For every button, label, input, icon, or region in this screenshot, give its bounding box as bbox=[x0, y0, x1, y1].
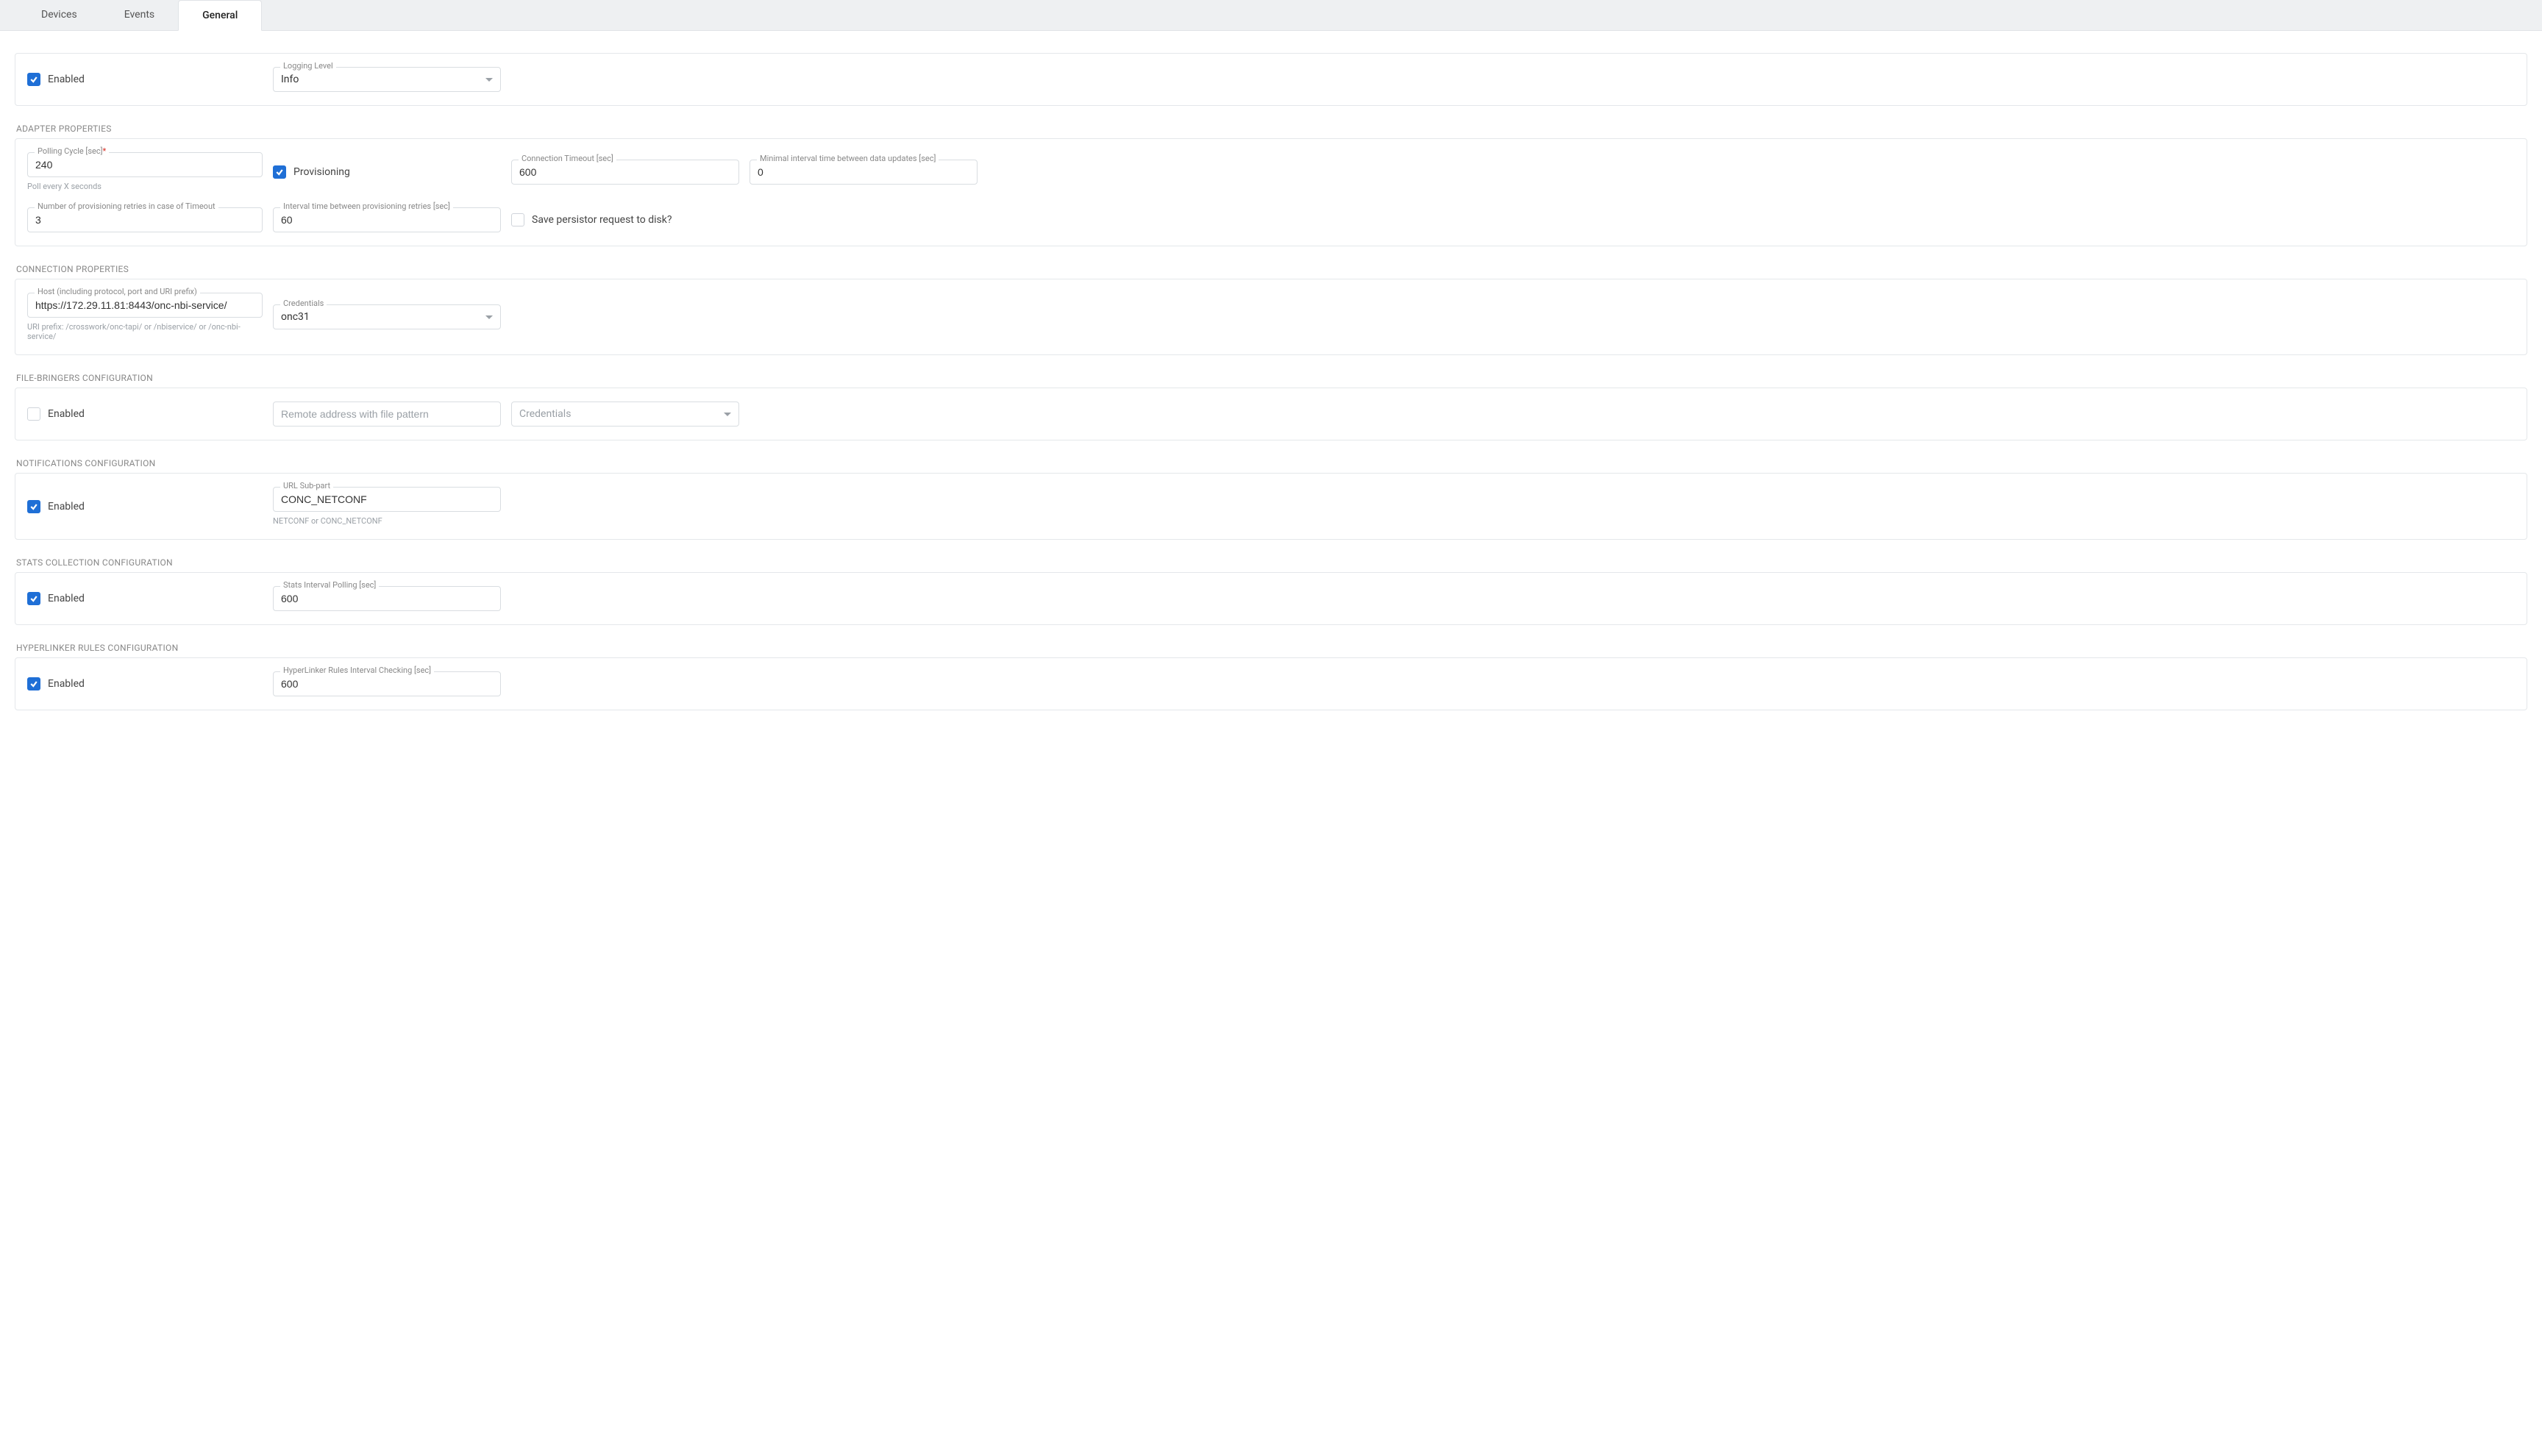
hyperlinker-enabled-checkbox[interactable] bbox=[27, 677, 40, 690]
filebringers-credentials-select[interactable]: Credentials bbox=[511, 402, 739, 427]
connection-timeout-input[interactable] bbox=[511, 160, 739, 185]
host-label: Host (including protocol, port and URI p… bbox=[35, 288, 200, 296]
section-connection-title: CONNECTION PROPERTIES bbox=[16, 264, 2527, 274]
check-icon bbox=[29, 594, 38, 603]
check-icon bbox=[29, 502, 38, 511]
interval-retries-label: Interval time between provisioning retri… bbox=[280, 202, 453, 210]
section-adapter-title: ADAPTER PROPERTIES bbox=[16, 124, 2527, 134]
section-hyperlinker-title: HYPERLINKER RULES CONFIGURATION bbox=[16, 643, 2527, 653]
filebringers-credentials-placeholder: Credentials bbox=[519, 408, 571, 420]
polling-cycle-helper: Poll every X seconds bbox=[27, 182, 263, 191]
chevron-down-icon bbox=[485, 78, 493, 82]
tab-devices[interactable]: Devices bbox=[18, 0, 101, 30]
connection-card: Host (including protocol, port and URI p… bbox=[15, 279, 2527, 355]
filebringers-card: Enabled Credentials bbox=[15, 388, 2527, 440]
notifications-card: Enabled URL Sub-part NETCONF or CONC_NET… bbox=[15, 473, 2527, 540]
retries-input[interactable] bbox=[27, 207, 263, 232]
save-persistor-checkbox[interactable] bbox=[511, 213, 524, 226]
stats-interval-label: Stats Interval Polling [sec] bbox=[280, 581, 379, 589]
url-subpart-helper: NETCONF or CONC_NETCONF bbox=[273, 516, 501, 526]
stats-interval-input[interactable] bbox=[273, 586, 501, 611]
polling-cycle-input[interactable] bbox=[27, 152, 263, 177]
min-interval-input[interactable] bbox=[750, 160, 978, 185]
tab-events[interactable]: Events bbox=[101, 0, 178, 30]
logging-level-select[interactable]: Info bbox=[273, 67, 501, 92]
hyperlinker-interval-label: HyperLinker Rules Interval Checking [sec… bbox=[280, 666, 434, 674]
provisioning-checkbox[interactable] bbox=[273, 165, 286, 179]
connection-timeout-label: Connection Timeout [sec] bbox=[519, 154, 616, 163]
provisioning-label: Provisioning bbox=[293, 166, 350, 178]
hyperlinker-enabled-label: Enabled bbox=[48, 678, 85, 690]
save-persistor-label: Save persistor request to disk? bbox=[532, 214, 672, 226]
logging-level-value: Info bbox=[281, 74, 299, 85]
notifications-enabled-label: Enabled bbox=[48, 501, 85, 513]
filebringers-enabled-checkbox[interactable] bbox=[27, 407, 40, 421]
polling-cycle-label: Polling Cycle [sec]* bbox=[35, 147, 109, 155]
adapter-card: Polling Cycle [sec]* Poll every X second… bbox=[15, 138, 2527, 246]
url-subpart-input[interactable] bbox=[273, 487, 501, 512]
retries-label: Number of provisioning retries in case o… bbox=[35, 202, 218, 210]
tab-bar: Devices Events General bbox=[0, 0, 2542, 31]
hyperlinker-card: Enabled HyperLinker Rules Interval Check… bbox=[15, 657, 2527, 710]
interval-retries-input[interactable] bbox=[273, 207, 501, 232]
chevron-down-icon bbox=[724, 413, 731, 416]
filebringers-enabled-label: Enabled bbox=[48, 408, 85, 420]
enabled-label: Enabled bbox=[48, 74, 85, 85]
url-subpart-label: URL Sub-part bbox=[280, 482, 333, 490]
chevron-down-icon bbox=[485, 315, 493, 319]
credentials-label: Credentials bbox=[280, 299, 327, 307]
stats-card: Enabled Stats Interval Polling [sec] bbox=[15, 572, 2527, 625]
section-notifications-title: NOTIFICATIONS CONFIGURATION bbox=[16, 458, 2527, 468]
credentials-value: onc31 bbox=[281, 311, 310, 323]
general-top-card: Enabled Logging Level Info bbox=[15, 53, 2527, 106]
stats-enabled-checkbox[interactable] bbox=[27, 592, 40, 605]
host-input[interactable] bbox=[27, 293, 263, 318]
host-helper: URI prefix: /crosswork/onc-tapi/ or /nbi… bbox=[27, 322, 263, 341]
check-icon bbox=[29, 679, 38, 688]
section-stats-title: STATS COLLECTION CONFIGURATION bbox=[16, 557, 2527, 568]
stats-enabled-label: Enabled bbox=[48, 593, 85, 604]
min-interval-label: Minimal interval time between data updat… bbox=[757, 154, 939, 163]
remote-address-input[interactable] bbox=[273, 402, 501, 427]
logging-level-label: Logging Level bbox=[280, 62, 336, 70]
check-icon bbox=[275, 168, 284, 176]
section-filebringers-title: FILE-BRINGERS CONFIGURATION bbox=[16, 373, 2527, 383]
tab-general[interactable]: General bbox=[178, 0, 262, 31]
enabled-checkbox[interactable] bbox=[27, 73, 40, 86]
check-icon bbox=[29, 75, 38, 84]
notifications-enabled-checkbox[interactable] bbox=[27, 500, 40, 513]
hyperlinker-interval-input[interactable] bbox=[273, 671, 501, 696]
credentials-select[interactable]: onc31 bbox=[273, 304, 501, 329]
